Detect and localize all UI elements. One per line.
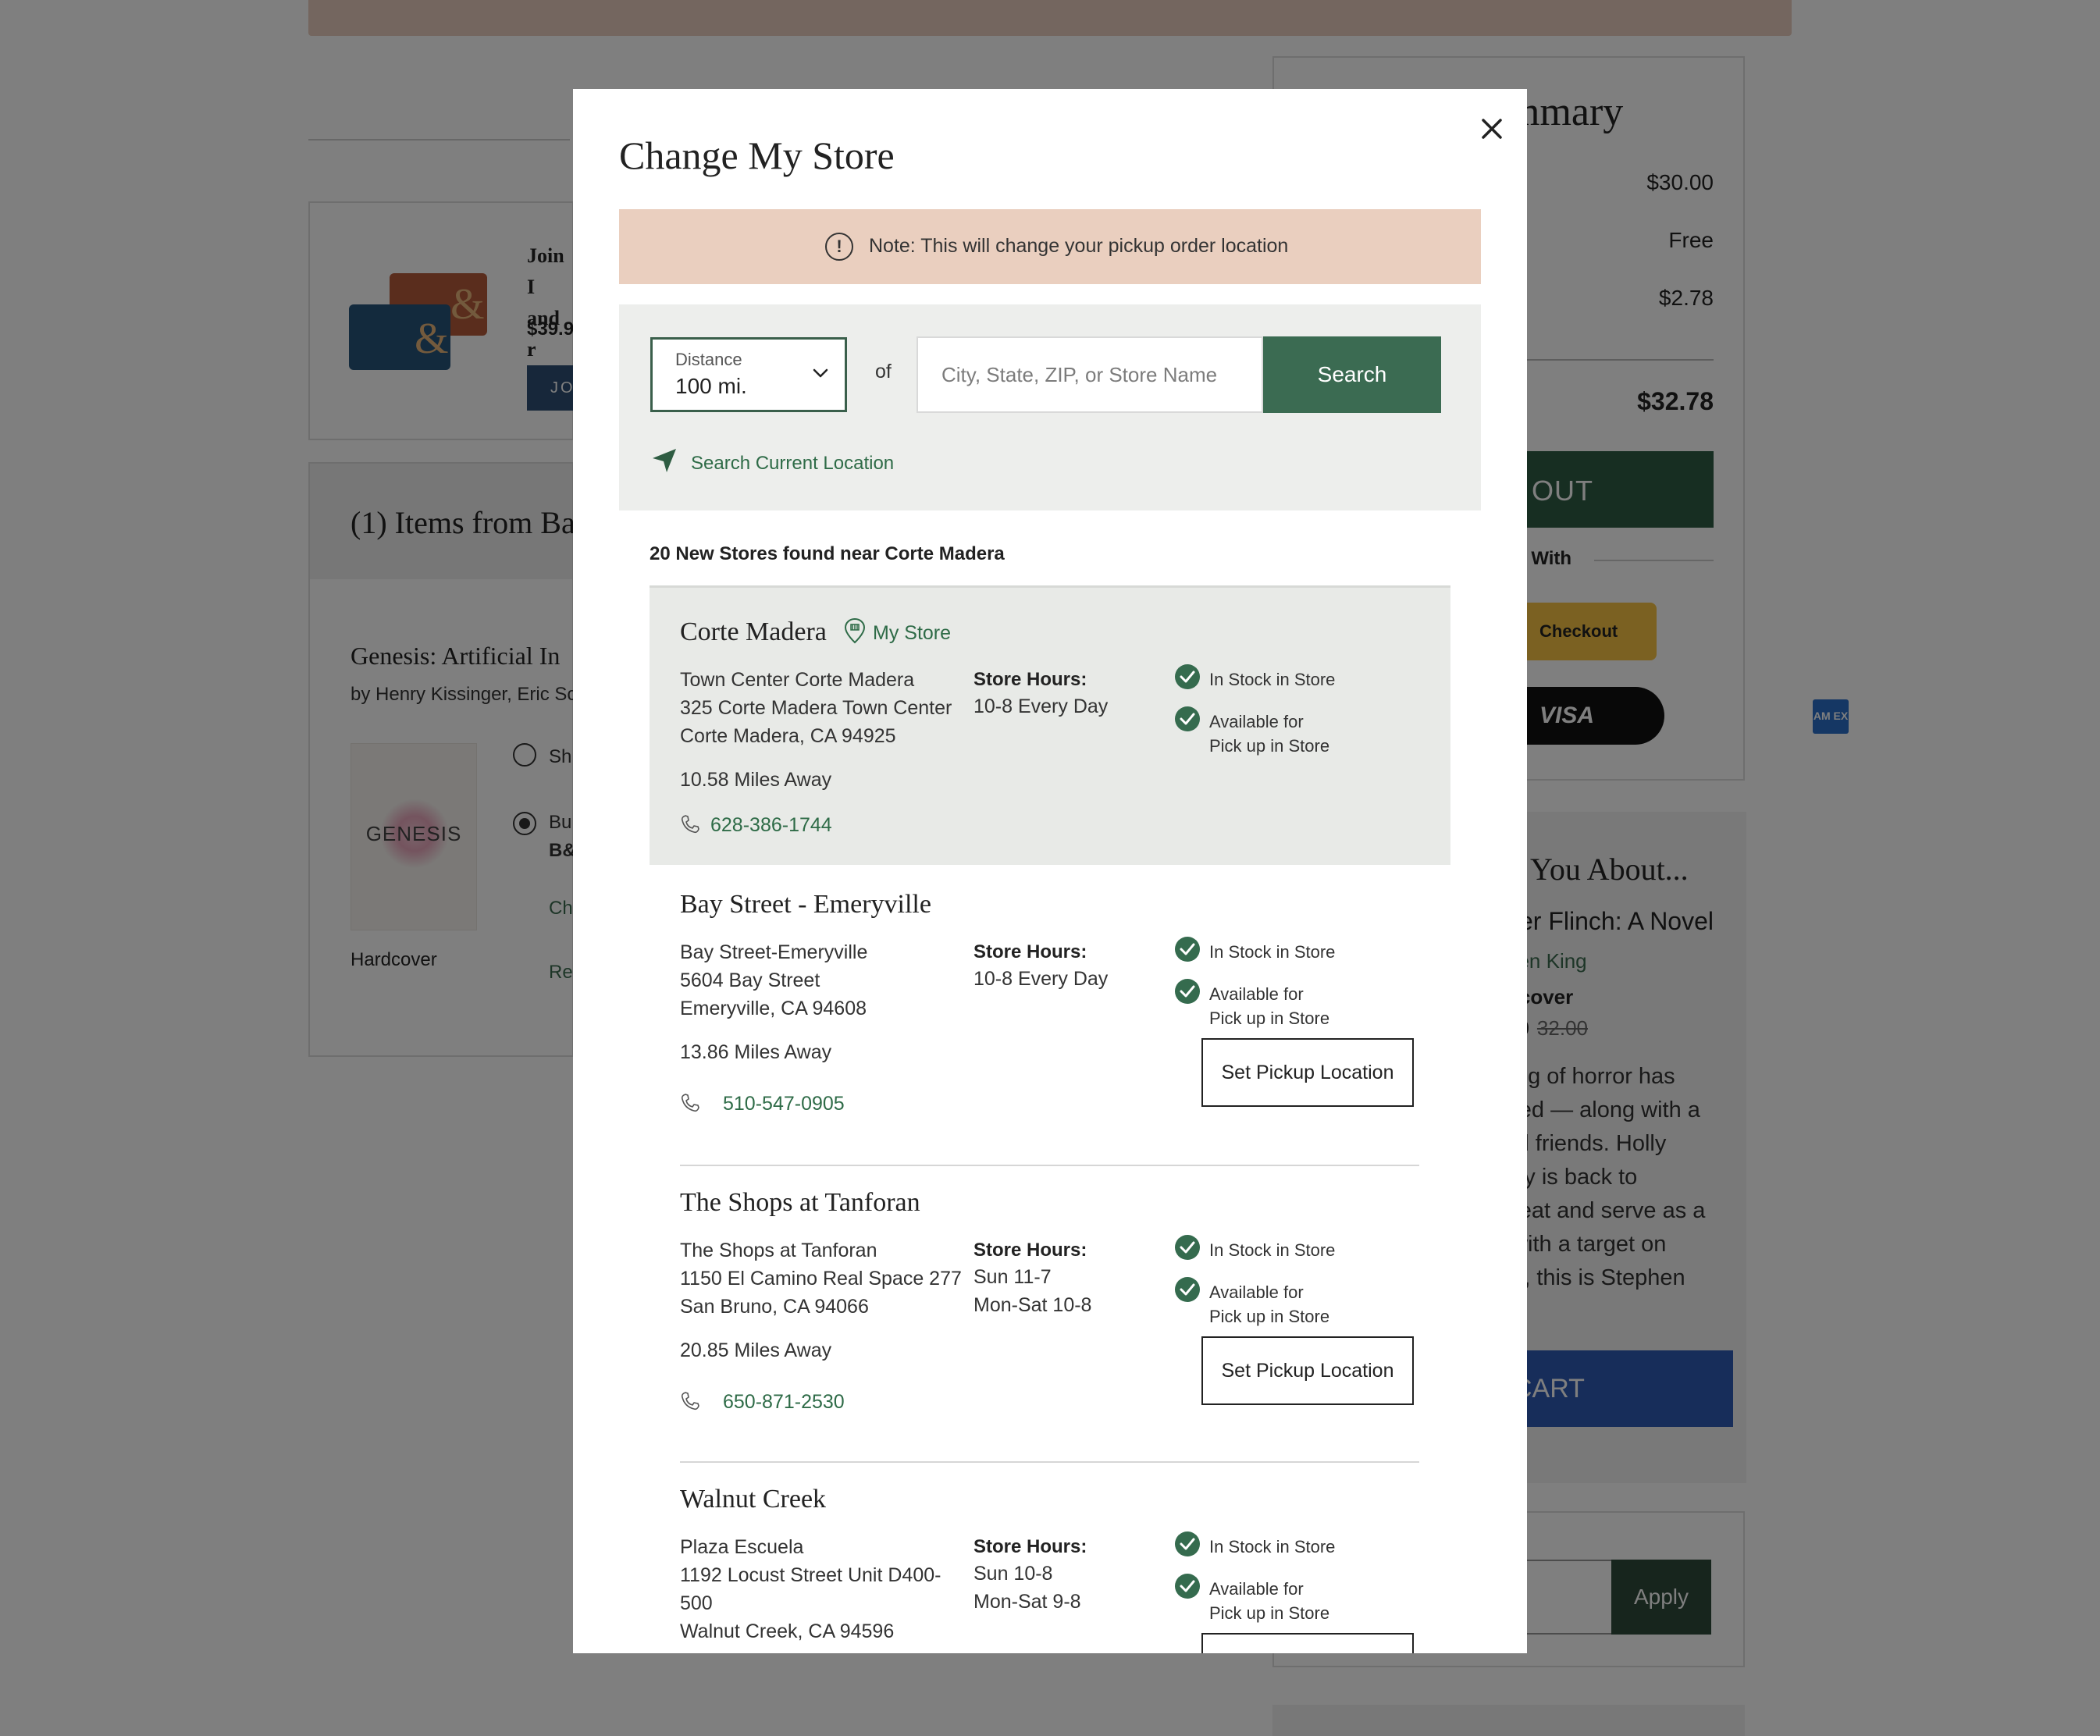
check-icon [1175,1531,1200,1556]
store-hours-label: Store Hours: [973,669,1087,690]
check-icon [1175,706,1200,731]
store-name: Walnut Creek [680,1485,827,1514]
store-distance: 13.86 Miles Away [680,1041,832,1063]
stores-found-text: 20 New Stores found near Corte Madera [650,543,1005,564]
check-icon [1175,1235,1200,1260]
store-address: Town Center Corte Madera 325 Corte Mader… [680,669,952,747]
phone-icon [681,815,699,834]
search-button[interactable]: Search [1263,336,1441,413]
of-label: of [875,361,892,382]
distance-select[interactable]: Distance 100 mi. [650,337,847,412]
store-hours-label: Store Hours: [973,1240,1087,1261]
chevron-down-icon [813,368,828,378]
search-current-location-label: Search Current Location [691,453,895,474]
store-card: The Shops at Tanforan The Shops at Tanfo… [650,1166,1450,1463]
modal-title: Change My Store [619,133,895,177]
store-hours: Sun 11-7 Mon-Sat 10-8 [973,1266,1092,1316]
store-hours-label: Store Hours: [973,1536,1087,1557]
store-search-panel: Distance 100 mi. of Search Search Curren… [619,304,1481,510]
map-pin-icon [844,617,866,644]
store-phone-number[interactable]: 628-386-1744 [710,814,832,837]
store-card: Bay Street - Emeryville Bay Street-Emery… [650,865,1450,1166]
distance-value: 100 mi. [675,374,747,398]
check-icon [1175,979,1200,1004]
store-card: Walnut Creek Plaza Escuela 1192 Locust S… [650,1463,1450,1653]
store-name: Corte Madera [680,617,827,646]
store-hours: 10-8 Every Day [973,968,1109,990]
store-address: The Shops at Tanforan 1150 El Camino Rea… [680,1240,962,1318]
set-pickup-location-button[interactable]: Set Pickup Location [1201,1336,1414,1405]
store-hours: 10-8 Every Day [973,695,1109,717]
notice-text: Note: This will change your pickup order… [869,235,1289,257]
phone-icon [681,1094,699,1112]
store-distance: 20.85 Miles Away [680,1339,832,1361]
check-icon [1175,937,1200,962]
phone-icon [681,1392,699,1410]
distance-label: Distance [675,350,742,369]
check-icon [1175,664,1200,689]
notice-banner: ! Note: This will change your pickup ord… [619,209,1481,284]
store-phone-number[interactable]: 650-871-2530 [723,1391,845,1414]
change-store-modal: Change My Store ! Note: This will change… [573,89,1527,1653]
store-address: Bay Street-Emeryville 5604 Bay Street Em… [680,941,868,1019]
check-icon [1175,1574,1200,1599]
set-pickup-location-button[interactable]: Set Pickup Location [1201,1038,1414,1107]
store-name: The Shops at Tanforan [680,1188,920,1217]
store-hours-label: Store Hours: [973,941,1087,962]
alert-icon: ! [825,233,853,261]
location-arrow-icon [653,449,676,472]
store-name: Bay Street - Emeryville [680,890,931,919]
store-search-input[interactable] [917,336,1263,413]
check-icon [1175,1277,1200,1302]
store-card-my-store: Corte Madera My Store Town Center Corte … [650,585,1450,865]
store-distance: 10.58 Miles Away [680,769,832,791]
store-address: Plaza Escuela 1192 Locust Street Unit D4… [680,1536,941,1642]
set-pickup-location-button[interactable] [1201,1633,1414,1653]
store-hours: Sun 10-8 Mon-Sat 9-8 [973,1563,1081,1613]
close-icon[interactable] [1471,108,1513,150]
store-phone-number[interactable]: 510-547-0905 [723,1093,845,1115]
